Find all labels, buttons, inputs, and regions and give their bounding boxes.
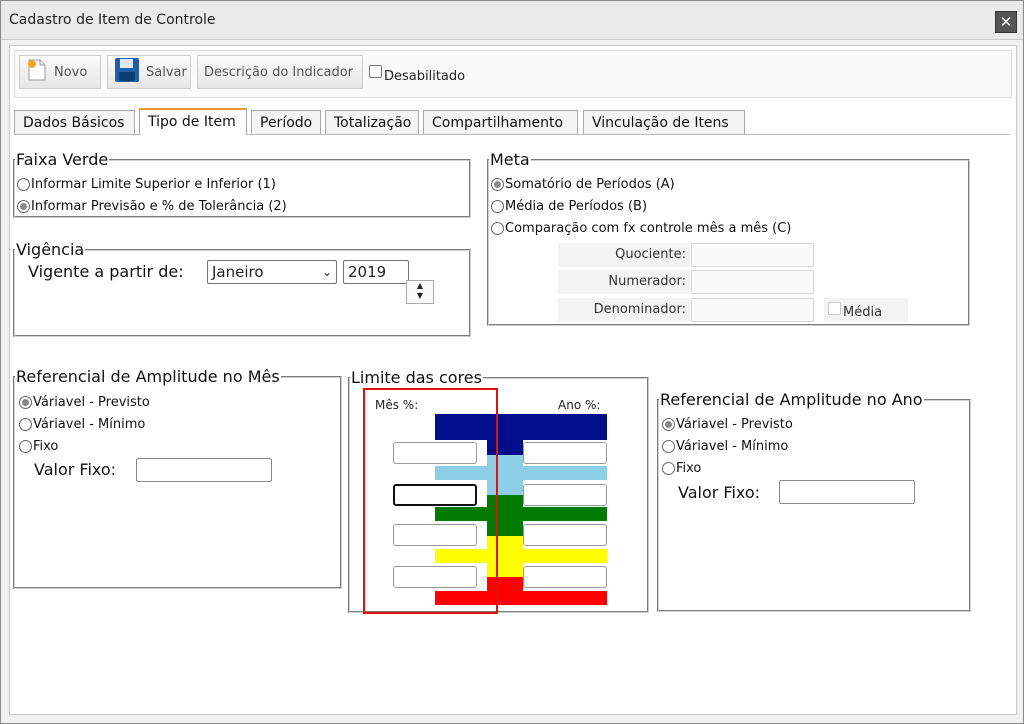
year-input[interactable]: 2019 [343,260,409,284]
meta-option-a[interactable]: Somatório de Períodos (A) [491,177,675,192]
radio-icon[interactable] [662,462,675,475]
spin-down-icon[interactable]: ▼ [407,291,433,301]
radio-icon[interactable] [17,200,30,213]
numerador-input[interactable] [691,270,814,294]
ref-mes-option-previsto-label: Váriavel - Previsto [33,395,150,410]
radio-icon[interactable] [19,396,32,409]
tab-vinculacao-de-itens[interactable]: Vinculação de Itens [583,110,745,134]
dialog-content: Novo Salvar Descrição do Indicador Desab… [9,45,1017,715]
radio-icon[interactable] [491,200,504,213]
numerador-label: Numerador: [558,270,690,294]
year-spinner[interactable]: ▲ ▼ [406,280,434,304]
spin-up-icon[interactable]: ▲ [407,281,433,291]
radio-icon[interactable] [17,178,30,191]
tab-dados-basicos[interactable]: Dados Básicos [14,110,135,134]
meta-option-c[interactable]: Comparação com fx controle mês a mês (C) [491,221,791,236]
tab-bar: Dados Básicos Tipo de Item Período Total… [14,108,1010,135]
meta-legend: Meta [490,150,530,169]
ref-ano-legend: Referencial de Amplitude no Ano [660,390,923,409]
descricao-indicador-button[interactable]: Descrição do Indicador [197,55,363,89]
novo-label: Novo [54,64,88,80]
radio-icon[interactable] [491,222,504,235]
ref-mes-valor-fixo-input[interactable] [136,458,272,482]
ref-ano-option-fixo[interactable]: Fixo [662,461,701,476]
tab-totalizacao[interactable]: Totalização [325,110,419,134]
radio-icon[interactable] [662,418,675,431]
ref-mes-option-previsto[interactable]: Váriavel - Previsto [19,395,150,410]
faixa-verde-option-1[interactable]: Informar Limite Superior e Inferior (1) [17,177,276,192]
window-title: Cadastro de Item de Controle [9,12,216,28]
month-select-value: Janeiro [212,263,264,281]
meta-option-c-label: Comparação com fx controle mês a mês (C) [505,221,792,236]
ref-mes-legend: Referencial de Amplitude no Mês [16,367,280,386]
limite-cores-legend: Limite das cores [351,368,482,387]
tab-periodo[interactable]: Período [251,110,321,134]
new-document-icon [26,58,48,86]
meta-option-b[interactable]: Média de Períodos (B) [491,199,647,214]
faixa-verde-option-1-label: Informar Limite Superior e Inferior (1) [31,177,276,192]
chevron-down-icon: ⌄ [321,265,332,279]
ref-ano-valor-fixo-input[interactable] [779,480,915,504]
ref-ano-option-previsto[interactable]: Váriavel - Previsto [662,417,793,432]
quociente-label: Quociente: [558,243,690,267]
ref-mes-valor-fixo-label: Valor Fixo: [34,460,117,479]
novo-button[interactable]: Novo [19,55,101,89]
faixa-verde-option-2-label: Informar Previsão e % de Tolerância (2) [31,199,287,214]
radio-icon[interactable] [19,418,32,431]
radio-icon[interactable] [19,440,32,453]
tab-compartilhamento[interactable]: Compartilhamento [423,110,578,134]
ref-ano-valor-fixo-label: Valor Fixo: [678,483,761,502]
month-select[interactable]: Janeiro ⌄ [207,260,337,284]
meta-option-b-label: Média de Períodos (B) [505,199,648,214]
desabilitado-checkbox[interactable] [369,65,382,78]
ref-mes-option-fixo-label: Fixo [33,439,59,454]
close-icon[interactable]: ✕ [995,11,1017,33]
ref-ano-option-fixo-label: Fixo [676,461,702,476]
quociente-input[interactable] [691,243,814,267]
ref-mes-option-fixo[interactable]: Fixo [19,439,58,454]
salvar-label: Salvar [146,64,187,80]
dialog-window: Cadastro de Item de Controle ✕ Novo Salv… [0,0,1024,724]
vigente-label: Vigente a partir de: [28,262,184,281]
vigencia-legend: Vigência [16,240,85,259]
denominador-label: Denominador: [558,298,690,322]
toolbar: Novo Salvar Descrição do Indicador Desab… [14,50,1012,98]
media-checkbox[interactable] [828,302,841,315]
descricao-label: Descrição do Indicador [204,64,354,80]
ref-mes-option-minimo[interactable]: Váriavel - Mínimo [19,417,145,432]
desabilitado-label: Desabilitado [384,69,466,84]
ano-percent-label: Ano %: [558,398,601,412]
vigencia-group: Vigência [13,240,471,337]
salvar-button[interactable]: Salvar [107,55,191,89]
radio-icon[interactable] [662,440,675,453]
meta-option-a-label: Somatório de Períodos (A) [505,177,675,192]
ref-mes-option-minimo-label: Váriavel - Mínimo [33,417,146,432]
tab-tipo-de-item[interactable]: Tipo de Item [139,108,247,135]
save-icon [114,57,140,87]
radio-icon[interactable] [491,178,504,191]
title-bar: Cadastro de Item de Controle ✕ [1,1,1023,40]
ref-ano-option-minimo-label: Váriavel - Mínimo [676,439,789,454]
media-label: Média [843,305,883,320]
ano-limit-input-3[interactable] [523,524,607,546]
ref-ano-option-minimo[interactable]: Váriavel - Mínimo [662,439,788,454]
faixa-verde-legend: Faixa Verde [16,150,109,169]
denominador-input[interactable] [691,298,814,322]
ano-limit-input-2[interactable] [523,484,607,506]
faixa-verde-option-2[interactable]: Informar Previsão e % de Tolerância (2) [17,199,287,214]
ref-ano-option-previsto-label: Váriavel - Previsto [676,417,793,432]
highlight-box [363,388,498,614]
ano-limit-input-1[interactable] [523,442,607,464]
ano-limit-input-4[interactable] [523,566,607,588]
